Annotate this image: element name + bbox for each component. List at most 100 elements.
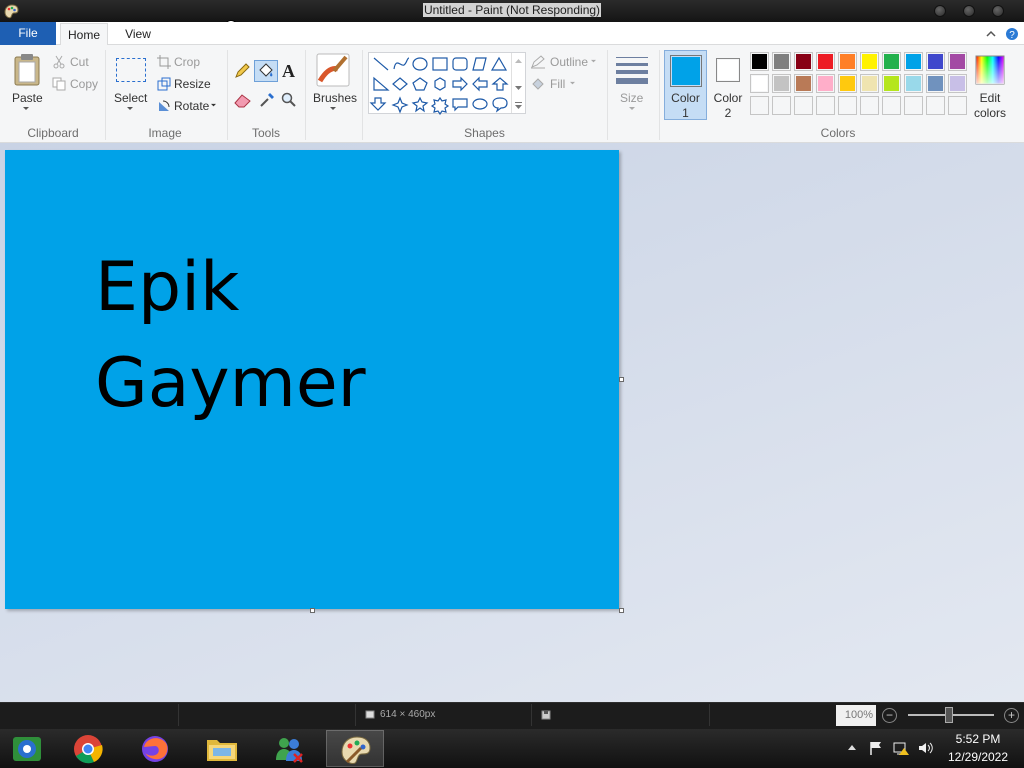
zoom-out-button[interactable]: −: [882, 708, 897, 723]
taskbar-start-button[interactable]: [0, 730, 56, 767]
palette-swatch-empty[interactable]: [926, 96, 945, 115]
cut-button[interactable]: Cut: [70, 54, 89, 70]
shapes-gallery[interactable]: [368, 52, 526, 115]
paste-dropdown-icon[interactable]: [22, 106, 30, 112]
palette-swatch-empty[interactable]: [948, 96, 967, 115]
resize-handle-corner[interactable]: [619, 608, 624, 613]
palette-swatch[interactable]: [838, 52, 857, 71]
palette-swatch[interactable]: [904, 74, 923, 93]
palette-swatch[interactable]: [794, 52, 813, 71]
palette-swatch-empty[interactable]: [772, 96, 791, 115]
size-dropdown-icon[interactable]: [628, 106, 636, 112]
palette-swatch[interactable]: [838, 74, 857, 93]
colors-group-label: Colors: [820, 126, 856, 140]
palette-swatch-empty[interactable]: [838, 96, 857, 115]
palette-swatch[interactable]: [816, 74, 835, 93]
close-button[interactable]: [992, 5, 1004, 17]
resize-handle-right[interactable]: [619, 377, 624, 382]
palette-swatch[interactable]: [860, 74, 879, 93]
tab-file[interactable]: File: [0, 22, 56, 45]
divider: [355, 704, 356, 726]
palette-swatch[interactable]: [926, 74, 945, 93]
help-icon[interactable]: ?: [1005, 27, 1019, 41]
zoom-in-button[interactable]: +: [1004, 708, 1019, 723]
outline-dropdown-icon[interactable]: [590, 59, 597, 64]
taskbar-file-explorer[interactable]: [193, 730, 251, 767]
taskbar-chrome[interactable]: [59, 730, 117, 767]
palette-swatch-empty[interactable]: [882, 96, 901, 115]
palette-swatch[interactable]: [904, 52, 923, 71]
rotate-button[interactable]: Rotate: [174, 98, 209, 114]
fill-icon: [532, 78, 544, 90]
color1-swatch: [670, 55, 702, 87]
shapes-scrollbar[interactable]: [511, 53, 525, 113]
taskbar-messenger[interactable]: [260, 730, 318, 767]
size-button[interactable]: Size: [620, 90, 643, 106]
eraser-icon[interactable]: [234, 93, 251, 108]
minimize-button[interactable]: [934, 5, 946, 17]
divider: [105, 50, 106, 140]
zoom-level[interactable]: 100%: [836, 705, 876, 726]
outline-button[interactable]: Outline: [550, 54, 588, 70]
resize-handle-bottom[interactable]: [310, 608, 315, 613]
zoom-slider-thumb[interactable]: [945, 707, 953, 723]
text-tool-icon[interactable]: A: [282, 61, 295, 82]
select-dropdown-icon[interactable]: [126, 106, 134, 112]
palette-swatch[interactable]: [882, 74, 901, 93]
brushes-button[interactable]: Brushes: [313, 90, 357, 106]
rotate-dropdown-icon[interactable]: [210, 103, 217, 108]
palette-swatch[interactable]: [948, 74, 967, 93]
palette-swatch[interactable]: [948, 52, 967, 71]
clock-date[interactable]: 12/29/2022: [940, 749, 1016, 766]
clock-time[interactable]: 5:52 PM: [940, 731, 1016, 748]
canvas-text: Epik Gaymer: [95, 240, 366, 432]
divider: [178, 704, 179, 726]
palette-swatch[interactable]: [816, 52, 835, 71]
palette-swatch-empty[interactable]: [904, 96, 923, 115]
taskbar-firefox[interactable]: [126, 730, 184, 767]
color2-number: 2: [724, 106, 732, 120]
color2-label[interactable]: Color: [708, 90, 748, 106]
clipboard-group-label: Clipboard: [27, 126, 79, 140]
fill-button[interactable]: Fill: [550, 76, 565, 92]
maximize-button[interactable]: [963, 5, 975, 17]
canvas-text-line2: Gaymer: [95, 344, 366, 423]
color-picker-icon[interactable]: [259, 92, 275, 108]
action-center-flag-icon[interactable]: [868, 740, 884, 756]
network-icon[interactable]: [892, 740, 910, 756]
rotate-icon: [159, 100, 170, 111]
brushes-dropdown-icon[interactable]: [329, 106, 337, 112]
palette-swatch[interactable]: [794, 74, 813, 93]
collapse-ribbon-icon[interactable]: [985, 28, 997, 40]
pencil-icon[interactable]: [234, 63, 250, 79]
palette-swatch-empty[interactable]: [794, 96, 813, 115]
palette-swatch-empty[interactable]: [860, 96, 879, 115]
resize-button[interactable]: Resize: [174, 76, 211, 92]
palette-swatch[interactable]: [750, 74, 769, 93]
tab-view[interactable]: View: [114, 23, 162, 46]
color-palette: [750, 52, 970, 118]
magnifier-icon[interactable]: [281, 92, 297, 108]
edit-colors-button[interactable]: Edit: [970, 90, 1010, 106]
palette-swatch[interactable]: [882, 52, 901, 71]
fill-dropdown-icon[interactable]: [569, 81, 576, 86]
edit-colors-label: colors: [973, 106, 1006, 120]
palette-swatch[interactable]: [860, 52, 879, 71]
palette-swatch-empty[interactable]: [816, 96, 835, 115]
copy-button[interactable]: Copy: [70, 76, 98, 92]
taskbar-paint[interactable]: [326, 730, 384, 767]
palette-swatch[interactable]: [772, 52, 791, 71]
tab-home[interactable]: Home: [60, 23, 108, 46]
palette-swatch[interactable]: [772, 74, 791, 93]
crop-button[interactable]: Crop: [174, 54, 200, 70]
svg-text:?: ?: [1009, 30, 1015, 41]
show-hidden-icons-icon[interactable]: [847, 743, 857, 751]
paste-button[interactable]: Paste: [12, 90, 43, 106]
palette-swatch-empty[interactable]: [750, 96, 769, 115]
palette-swatch[interactable]: [750, 52, 769, 71]
select-button[interactable]: Select: [114, 90, 147, 106]
palette-swatch[interactable]: [926, 52, 945, 71]
volume-icon[interactable]: [917, 740, 933, 756]
color2-swatch[interactable]: [716, 58, 740, 82]
select-icon: [116, 58, 146, 82]
